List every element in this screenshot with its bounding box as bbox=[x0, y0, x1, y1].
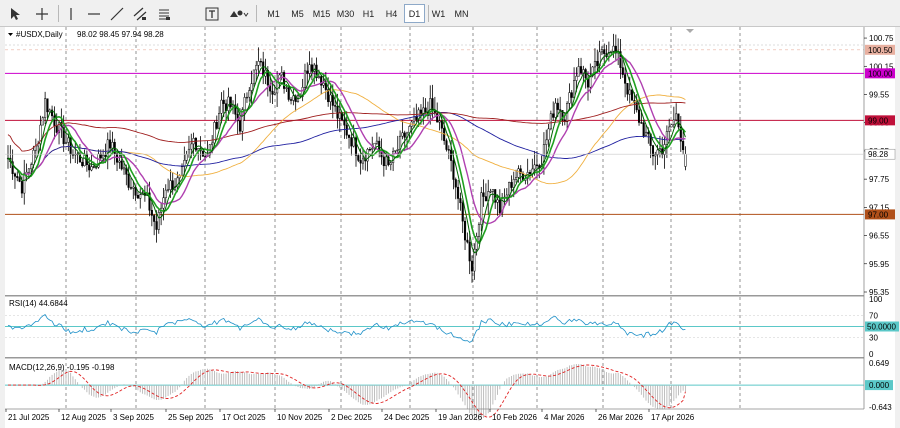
time-axis-label: 10 Feb 2026 bbox=[492, 413, 537, 422]
rsi-tick-label: 100 bbox=[869, 295, 883, 304]
shapes-menu-icon[interactable] bbox=[227, 4, 251, 23]
time-axis-label: 19 Jan 2026 bbox=[438, 413, 483, 422]
fibonacci-icon[interactable] bbox=[155, 4, 173, 23]
price-tick-label: 100.75 bbox=[869, 34, 894, 43]
macd-zero-label: 0.000 bbox=[869, 381, 890, 390]
cursor-arrow-icon[interactable] bbox=[6, 4, 24, 23]
price-tick-label: 97.75 bbox=[869, 175, 890, 184]
timeframe-d1[interactable]: D1 bbox=[404, 4, 425, 23]
price-level-label: 100.00 bbox=[868, 69, 893, 78]
time-axis-label: 3 Sep 2025 bbox=[113, 413, 154, 422]
timeframe-m1[interactable]: M1 bbox=[263, 4, 284, 23]
timeframe-m15[interactable]: M15 bbox=[311, 4, 332, 23]
text-tool-icon[interactable] bbox=[203, 4, 221, 23]
price-level-label: 97.00 bbox=[868, 210, 889, 219]
price-level-tag: 100.00 bbox=[865, 68, 895, 79]
crosshair-icon[interactable] bbox=[33, 4, 51, 23]
rsi-tick-label: 70 bbox=[869, 312, 878, 321]
time-axis-label: 10 Nov 2025 bbox=[277, 413, 323, 422]
candle bbox=[549, 110, 552, 131]
price-level-label: 99.00 bbox=[868, 116, 889, 125]
timeframe-h4[interactable]: H4 bbox=[381, 4, 402, 23]
trendline-icon[interactable] bbox=[108, 4, 126, 23]
rsi-tick-label: 0 bbox=[869, 350, 874, 359]
rsi-tick-label: 30 bbox=[869, 334, 878, 343]
equidistant-channel-icon[interactable] bbox=[131, 4, 149, 23]
macd-tick-label: -0.643 bbox=[869, 403, 892, 412]
price-level-tag: 99.00 bbox=[865, 115, 895, 126]
candle bbox=[194, 136, 197, 153]
price-tick-label: 99.55 bbox=[869, 90, 890, 99]
time-axis-label: 12 Aug 2025 bbox=[61, 413, 106, 422]
price-tick-label: 96.55 bbox=[869, 232, 890, 241]
timeframe-w1[interactable]: W1 bbox=[428, 4, 449, 23]
rsi-level-label: 50.0000 bbox=[867, 323, 896, 332]
rsi-level-tag: 50.0000 bbox=[865, 321, 899, 332]
time-axis-label: 25 Sep 2025 bbox=[168, 413, 214, 422]
candle bbox=[480, 186, 483, 232]
price-level-label: 100.50 bbox=[868, 46, 893, 55]
last-price-label: 98.28 bbox=[868, 150, 889, 159]
candle bbox=[677, 113, 680, 130]
time-axis-label: 4 Mar 2026 bbox=[544, 413, 585, 422]
time-axis-label: 17 Oct 2025 bbox=[222, 413, 266, 422]
candle bbox=[41, 116, 44, 126]
vertical-line-icon[interactable] bbox=[62, 4, 80, 23]
chart-toolbar: M1 M5 M15 M30 H1 H4 D1 W1 MN bbox=[0, 0, 900, 27]
candle bbox=[670, 124, 673, 128]
price-level-tag: 97.00 bbox=[865, 209, 895, 220]
timeframe-m5[interactable]: M5 bbox=[287, 4, 308, 23]
horizontal-line-icon[interactable] bbox=[85, 4, 103, 23]
time-axis-label: 26 Mar 2026 bbox=[598, 413, 643, 422]
chart-ohlc-label: 98.02 98.45 97.94 98.28 bbox=[77, 30, 164, 39]
time-axis-label: 2 Dec 2025 bbox=[331, 413, 372, 422]
last-price-tag: 98.28 bbox=[864, 148, 896, 160]
timeframe-mn[interactable]: MN bbox=[451, 4, 472, 23]
price-level-tag: 100.50 bbox=[865, 44, 895, 55]
macd-zero-tag: 0.000 bbox=[865, 380, 893, 391]
toolbar-separator bbox=[256, 5, 257, 22]
time-axis-label: 21 Jul 2025 bbox=[8, 413, 50, 422]
toolbar-separator bbox=[58, 5, 59, 22]
chart-window[interactable]: 100.75100.1599.5598.9598.3597.7597.1596.… bbox=[0, 27, 900, 428]
macd-header: MACD(12,26,9) -0.195 -0.198 bbox=[9, 363, 115, 372]
chart-symbol-label: #USDX,Daily bbox=[16, 30, 63, 39]
time-axis-label: 24 Dec 2025 bbox=[384, 413, 430, 422]
macd-tick-label: 0.649 bbox=[869, 359, 890, 368]
chart-canvas bbox=[5, 27, 895, 428]
time-axis-label: 17 Apr 2026 bbox=[651, 413, 695, 422]
candle bbox=[201, 150, 204, 157]
price-tick-label: 95.95 bbox=[869, 260, 890, 269]
rsi-header: RSI(14) 44.6844 bbox=[9, 299, 68, 308]
candle bbox=[287, 85, 290, 102]
timeframe-m30[interactable]: M30 bbox=[335, 4, 356, 23]
candle bbox=[229, 96, 232, 109]
timeframe-h1[interactable]: H1 bbox=[358, 4, 379, 23]
